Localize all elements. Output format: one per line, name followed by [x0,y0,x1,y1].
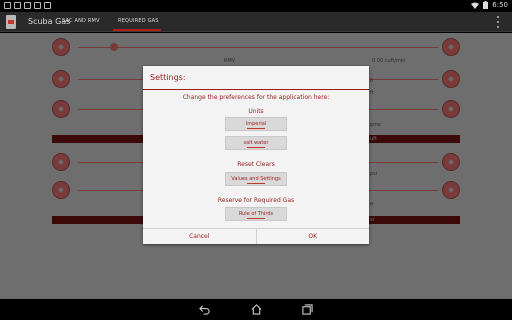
decrement-button[interactable] [52,100,70,118]
increment-button[interactable] [442,70,460,88]
overflow-menu-icon[interactable] [497,16,500,28]
tab-required-gas[interactable]: REQUIRED GAS [118,18,159,24]
slider-thumb[interactable] [110,43,118,51]
notification-icon [44,2,51,9]
notification-icons [4,2,51,9]
increment-button[interactable] [442,153,460,171]
action-bar: Scuba Gas SAC AND RMV REQUIRED GAS [0,12,512,32]
status-right: 6:50 [471,1,508,9]
slider-track[interactable] [78,47,438,48]
increment-button[interactable] [442,38,460,56]
unit-fragment: ft [370,202,374,208]
decrement-button[interactable] [52,153,70,171]
settings-dialog: Settings: Change the preferences for the… [143,66,369,244]
reserve-heading: Reserve for Required Gas [217,197,295,204]
clock: 6:50 [492,1,508,9]
result-unit: si [370,217,374,223]
dialog-actions: Cancel OK [143,228,369,244]
notification-icon [14,2,21,9]
decrement-button[interactable] [52,181,70,199]
unit-fragment: pms [370,122,381,128]
unit-fragment: ft [370,90,374,96]
result-unit: uft [370,136,377,142]
notification-icon [24,2,31,9]
reset-clears-button[interactable]: Values and Settings [225,172,287,186]
decrement-button[interactable] [52,70,70,88]
rmv-label: RMV [224,58,236,64]
notification-icon [4,2,11,9]
decrement-button[interactable] [52,38,70,56]
cancel-button[interactable]: Cancel [143,229,256,244]
increment-button[interactable] [442,100,460,118]
units-system-button[interactable]: Imperial [225,117,287,131]
dialog-title: Settings: [150,73,186,82]
unit-fragment: psi [370,171,378,177]
battery-icon [483,1,489,9]
wifi-icon [471,2,480,9]
status-bar: 6:50 [0,0,512,12]
rmv-value: 0.00 cuft/min [372,58,406,64]
reserve-button[interactable]: Rule of Thirds [225,207,287,221]
dialog-title-divider [143,89,369,90]
water-type-button[interactable]: salt water [225,136,287,150]
ok-button[interactable]: OK [256,229,369,244]
app-icon [6,15,16,29]
notification-icon [34,2,41,9]
tab-sac-and-rmv[interactable]: SAC AND RMV [62,18,100,24]
navigation-bar [0,299,512,320]
home-icon[interactable] [251,304,262,315]
tab-indicator [113,29,161,31]
recent-apps-icon[interactable] [302,304,313,315]
back-icon[interactable] [199,304,210,315]
value-fragment: 0 [370,78,374,84]
units-heading: Units [248,108,264,115]
reset-heading: Reset Clears [237,161,275,168]
increment-button[interactable] [442,181,460,199]
dialog-intro: Change the preferences for the applicati… [182,94,330,101]
